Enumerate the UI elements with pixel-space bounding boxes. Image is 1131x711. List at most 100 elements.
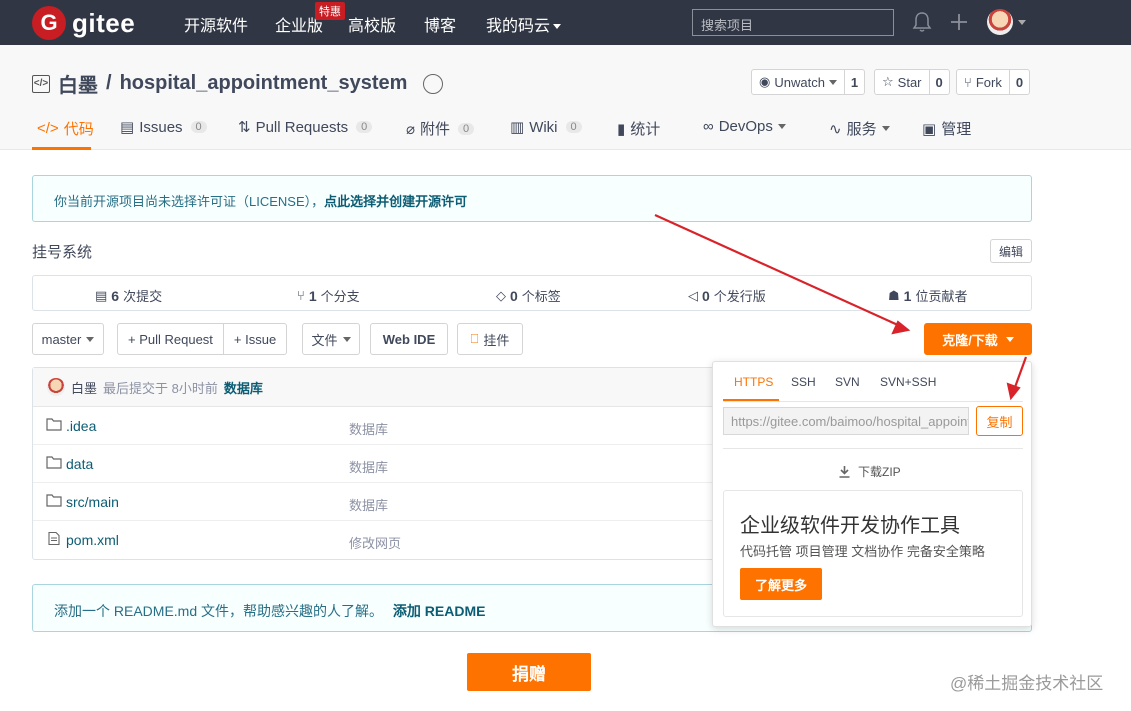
readme-notice-text: 添加一个 README.md 文件，帮助感兴趣的人了解。 — [54, 603, 384, 619]
repo-name-link[interactable]: hospital_appointment_system — [120, 72, 408, 95]
clone-download-label: 克隆/下载 — [942, 332, 998, 348]
tab-svn-ssh[interactable]: SVN+SSH — [880, 375, 936, 389]
download-zip-label: 下载ZIP — [858, 465, 901, 479]
enterprise-promo: 企业级软件开发协作工具 代码托管 项目管理 文档协作 完备安全策略 了解更多 — [723, 490, 1023, 617]
new-issue-button[interactable]: + Issue — [222, 324, 286, 354]
stat-contributors[interactable]: ☗ 1 位贡献者 — [888, 286, 967, 305]
issues-icon: ▤ — [120, 119, 135, 136]
tab-manage[interactable]: ▣ 管理 — [922, 118, 971, 139]
widget-button[interactable]: ⎕ 挂件 — [457, 323, 523, 355]
tab-stats[interactable]: ▮ 统计 — [617, 118, 660, 139]
gitee-logo[interactable]: G gitee — [32, 6, 135, 40]
seal-icon — [423, 73, 444, 94]
stat-branches-label: 个分支 — [320, 289, 360, 304]
avatar-chevron-icon[interactable] — [1018, 20, 1026, 25]
commit-time: 最后提交于 8小时前 — [103, 380, 218, 396]
branch-select[interactable]: master — [32, 323, 104, 355]
nav-blog[interactable]: 博客 — [424, 12, 456, 36]
chevron-down-icon — [777, 124, 786, 129]
stat-releases[interactable]: ◁ 0 个发行版 — [688, 286, 766, 305]
file-commit-message[interactable]: 数据库 — [349, 495, 388, 514]
tab-manage-label: 管理 — [941, 121, 972, 138]
tab-issues[interactable]: ▤ Issues 0 — [120, 118, 207, 136]
file-name[interactable]: data — [66, 456, 93, 472]
copy-url-button[interactable]: 复制 — [976, 406, 1023, 436]
file-commit-message[interactable]: 修改网页 — [349, 533, 401, 552]
file-name[interactable]: pom.xml — [66, 532, 119, 548]
fork-label: Fork — [975, 74, 1002, 90]
plus-icon[interactable] — [950, 13, 968, 31]
fork-icon: ⑂ — [964, 74, 972, 90]
commit-message[interactable]: 数据库 — [224, 378, 263, 397]
tab-wiki-label: Wiki — [529, 118, 558, 136]
nav-education[interactable]: 高校版 — [348, 12, 396, 36]
repo-description: 挂号系统 — [32, 244, 93, 261]
star-label: Star — [897, 74, 922, 90]
folder-icon — [46, 456, 62, 469]
tab-attachments[interactable]: ⌀ 附件 0 — [406, 118, 475, 139]
repo-owner-link[interactable]: 白墨 — [58, 69, 98, 98]
unwatch-button[interactable]: ◉ Unwatch 1 — [751, 69, 866, 95]
stat-tags-label: 个标签 — [521, 289, 561, 304]
tab-wiki[interactable]: ▥ Wiki 0 — [510, 118, 582, 136]
tab-pull-requests-badge: 0 — [356, 121, 373, 133]
commit-author[interactable]: 白墨 — [71, 378, 97, 397]
new-pull-request-button[interactable]: + Pull Request — [118, 324, 223, 354]
commit-author-avatar[interactable] — [47, 378, 65, 396]
tab-pull-requests[interactable]: ⇅ Pull Requests 0 — [238, 118, 373, 136]
stat-contributors-label: 位贡献者 — [915, 289, 968, 304]
tab-code-label: 代码 — [63, 121, 94, 138]
stat-tags[interactable]: ◇ 0 个标签 — [496, 286, 561, 305]
clone-download-button[interactable]: 克隆/下载 — [924, 323, 1032, 355]
chevron-down-icon — [342, 336, 351, 342]
stat-branches[interactable]: ⑂ 1 个分支 — [297, 286, 360, 305]
tab-ssh[interactable]: SSH — [791, 375, 816, 389]
widget-label: 挂件 — [483, 332, 510, 348]
nav-open-source[interactable]: 开源软件 — [184, 12, 248, 36]
star-button[interactable]: ☆ Star 0 — [874, 69, 950, 95]
user-avatar[interactable] — [987, 9, 1013, 35]
stat-releases-label: 个发行版 — [713, 289, 766, 304]
tab-https[interactable]: HTTPS — [734, 375, 773, 389]
donate-button[interactable]: 捐赠 — [467, 653, 591, 691]
repo-title: </> 白墨 / hospital_appointment_system — [32, 69, 444, 98]
tab-devops[interactable]: ∞ DevOps — [703, 118, 786, 135]
stat-commits-num: 6 — [111, 287, 120, 304]
bell-icon[interactable] — [912, 11, 932, 33]
pr-issue-group: + Pull Request + Issue — [117, 323, 288, 355]
web-ide-button[interactable]: Web IDE — [370, 323, 448, 355]
tag-icon: ◇ — [496, 287, 506, 303]
stat-commits-label: 次提交 — [123, 289, 163, 304]
add-readme-link[interactable]: 添加 README — [393, 603, 486, 619]
folder-icon — [46, 494, 62, 507]
file-menu-button[interactable]: 文件 — [302, 323, 360, 355]
file-commit-message[interactable]: 数据库 — [349, 419, 388, 438]
file-icon — [48, 532, 60, 545]
file-name[interactable]: src/main — [66, 494, 119, 510]
choose-license-link[interactable]: 点此选择并创建开源许可 — [324, 194, 467, 209]
tab-services[interactable]: ∿ 服务 — [829, 118, 890, 139]
fork-button[interactable]: ⑂ Fork 0 — [956, 69, 1031, 95]
tab-svn[interactable]: SVN — [835, 375, 860, 389]
chevron-down-icon — [553, 24, 562, 30]
clone-url-input[interactable]: https://gitee.com/baimoo/hospital_appoin… — [723, 407, 969, 435]
nav-my-gitee[interactable]: 我的码云 — [486, 12, 562, 36]
book-icon: ▥ — [510, 119, 525, 136]
chevron-down-icon — [86, 336, 95, 342]
tab-wiki-badge: 0 — [565, 121, 582, 133]
search-input[interactable]: 搜索项目 — [692, 9, 894, 36]
file-commit-message[interactable]: 数据库 — [349, 457, 388, 476]
tab-services-label: 服务 — [846, 121, 877, 138]
stat-commits[interactable]: ▤ 6 次提交 — [95, 286, 162, 305]
download-zip-link[interactable]: 下载ZIP — [839, 463, 901, 480]
download-icon — [839, 465, 850, 478]
file-name[interactable]: .idea — [66, 418, 96, 434]
code-icon: </> — [37, 120, 59, 137]
edit-description-button[interactable]: 编辑 — [990, 239, 1032, 263]
chevron-down-icon — [881, 126, 890, 131]
tab-issues-label: Issues — [139, 118, 183, 136]
license-notice-text: 你当前开源项目尚未选择许可证（LICENSE）， — [54, 194, 325, 209]
clone-dropdown: HTTPS SSH SVN SVN+SSH https://gitee.com/… — [712, 361, 1032, 627]
tab-code[interactable]: </> 代码 — [37, 118, 94, 139]
learn-more-button[interactable]: 了解更多 — [740, 568, 822, 600]
